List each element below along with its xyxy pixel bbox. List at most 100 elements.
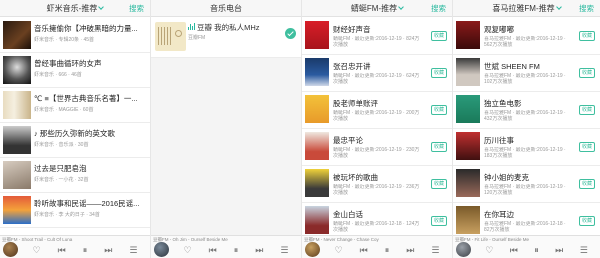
item-meta: 蜻蜓FM · 最近更新:2016-12-19 · 236万次播放: [333, 184, 420, 196]
mini-player: 豆瓣FM - Fit Life - Ourself Beside Me ♡ ⏮ …: [453, 235, 600, 258]
qingting-screen: 蜻蜓FM-推荐 搜索 财经好声音 蜻蜓FM · 最近更新:2016-12-19 …: [302, 0, 452, 258]
next-icon[interactable]: ⏭: [255, 244, 263, 256]
item-meta: 喜马拉雅FM · 最近更新:2016-12-19 · 432万次播放: [484, 110, 566, 122]
item-meta: 虾米音乐 · 专辑20条 · 45首: [34, 37, 95, 43]
favorite-button[interactable]: 收藏: [579, 68, 595, 78]
previous-icon[interactable]: ⏮: [209, 244, 217, 256]
item-meta: 喜马拉雅FM · 最近更新:2016-12-19 · 102万次播放: [484, 73, 566, 85]
cover-image: [305, 58, 329, 86]
list-item[interactable]: 音乐擁偷你【冲破黑暗的力量... 虾米音乐 · 专辑20条 · 45首: [0, 18, 150, 53]
pause-icon[interactable]: ⏸: [83, 244, 88, 256]
list-item[interactable]: 曾经事曲循环的女声 虾米音乐 · 666 · 46首: [0, 53, 150, 88]
list-item[interactable]: 被玩坏的歌曲 蜻蜓FM · 最近更新:2016-12-19 · 236万次播放 …: [302, 166, 452, 203]
album-avatar[interactable]: [3, 242, 18, 257]
chevron-down-icon: [98, 4, 105, 10]
header: 喜马拉雅FM-推荐 搜索: [453, 0, 600, 17]
next-icon[interactable]: ⏭: [104, 244, 112, 256]
cover-image: [305, 206, 329, 234]
list-item[interactable]: 钟小姐的麦克 喜马拉雅FM · 最近更新:2016-12-19 · 120万次播…: [453, 166, 600, 203]
album-avatar[interactable]: [305, 242, 320, 257]
list-item[interactable]: 金山白话 蜻蜓FM · 最近更新:2016-12-18 · 124万次播放 收藏: [302, 203, 452, 235]
favorite-button[interactable]: 收藏: [431, 31, 447, 41]
search-button[interactable]: 搜索: [579, 3, 594, 14]
playing-bars-icon: [188, 23, 196, 30]
item-meta: 蜻蜓FM · 最近更新:2016-12-19 · 624万次播放: [333, 73, 420, 85]
playlist-icon[interactable]: ☰: [280, 244, 288, 256]
favorite-button[interactable]: 收藏: [431, 142, 447, 152]
player-controls: ♡ ⏮ ⏸ ⏭ ☰: [477, 244, 596, 256]
favorite-button[interactable]: 收藏: [579, 105, 595, 115]
list-item[interactable]: ℃ ≡【世界古典音乐名著】一... 虾米音乐 · MAGGIE · 60首: [0, 88, 150, 123]
list-item[interactable]: ♪ 那些历久弥新的英文歌 虾米音乐 · 音乐派 · 30首: [0, 123, 150, 158]
item-meta: 喜马拉雅FM · 最近更新:2016-12-19 · 120万次播放: [484, 184, 566, 196]
favorite-button[interactable]: 收藏: [579, 142, 595, 152]
favorite-button[interactable]: 收藏: [579, 216, 595, 226]
pause-icon[interactable]: ⏸: [534, 244, 539, 256]
pause-icon[interactable]: ⏸: [385, 244, 390, 256]
cover-image: [305, 95, 329, 123]
album-avatar[interactable]: [456, 242, 471, 257]
item-title: 历川往事: [484, 136, 514, 145]
list-item[interactable]: 历川往事 喜马拉雅FM · 最近更新:2016-12-19 · 183万次播放 …: [453, 129, 600, 166]
heart-icon[interactable]: ♡: [485, 244, 493, 256]
xiami-screen: 虾米音乐-推荐 搜索 音乐擁偷你【冲破黑暗的力量... 虾米音乐 · 专辑20条…: [0, 0, 150, 258]
list-item[interactable]: 财经好声音 蜻蜓FM · 最近更新:2016-12-19 · 824万次播放 收…: [302, 18, 452, 55]
app-screens: 虾米音乐-推荐 搜索 音乐擁偷你【冲破黑暗的力量... 虾米音乐 · 专辑20条…: [0, 0, 600, 258]
program-list: 观复嘟嘟 喜马拉雅FM · 最近更新:2016-12-19 · 562万次播放 …: [453, 18, 600, 235]
header: 音乐电台: [151, 0, 301, 17]
previous-icon[interactable]: ⏮: [360, 244, 368, 256]
player-controls: ♡ ⏮ ⏸ ⏭ ☰: [24, 244, 146, 256]
previous-icon[interactable]: ⏮: [510, 244, 518, 256]
playlist-icon[interactable]: ☰: [580, 244, 588, 256]
station-item[interactable]: 豆瓣 我的私人MHz 豆瓣FM: [151, 18, 301, 58]
source-selector[interactable]: 喜马拉雅FM-推荐: [453, 3, 600, 14]
now-playing-text: 豆瓣FM - Never Change - Chase Coy: [304, 237, 379, 242]
page-title: 音乐电台: [210, 4, 242, 13]
favorite-button[interactable]: 收藏: [579, 179, 595, 189]
favorite-button[interactable]: 收藏: [579, 31, 595, 41]
pause-icon[interactable]: ⏸: [234, 244, 239, 256]
list-item[interactable]: 观复嘟嘟 喜马拉雅FM · 最近更新:2016-12-19 · 562万次播放 …: [453, 18, 600, 55]
list-item[interactable]: 最忠平论 蜻蜓FM · 最近更新:2016-12-19 · 230万次播放 收藏: [302, 129, 452, 166]
favorite-button[interactable]: 收藏: [431, 179, 447, 189]
next-icon[interactable]: ⏭: [555, 244, 563, 256]
list-item[interactable]: 世斌 SHEEN FM 喜马拉雅FM · 最近更新:2016-12-19 · 1…: [453, 55, 600, 92]
list-item[interactable]: 独立鱼电影 喜马拉雅FM · 最近更新:2016-12-19 · 432万次播放…: [453, 92, 600, 129]
favorite-button[interactable]: 收藏: [431, 105, 447, 115]
list-item[interactable]: 张召忠开讲 蜻蜓FM · 最近更新:2016-12-19 · 624万次播放 收…: [302, 55, 452, 92]
heart-icon[interactable]: ♡: [33, 244, 41, 256]
item-title: 世斌 SHEEN FM: [484, 62, 540, 71]
player-controls: ♡ ⏮ ⏸ ⏭ ☰: [175, 244, 297, 256]
item-title: 聆听故事和民谣——2016民谣...: [34, 199, 140, 208]
mini-player: 豆瓣FM - Shoot Trail - Cult Of Luna ♡ ⏮ ⏸ …: [0, 235, 150, 258]
list-item[interactable]: 股老师单账评 蜻蜓FM · 最近更新:2016-12-19 · 200万次播放 …: [302, 92, 452, 129]
list-item[interactable]: 在你耳边 喜马拉雅FM · 最近更新:2016-12-18 · 82万次播放 收…: [453, 203, 600, 235]
mini-player: 豆瓣FM - Never Change - Chase Coy ♡ ⏮ ⏸ ⏭ …: [302, 235, 452, 258]
list-item[interactable]: 过去是只肥皂泡 虾米音乐 · 一小花 · 32首: [0, 158, 150, 193]
previous-icon[interactable]: ⏮: [58, 244, 66, 256]
cover-image: [456, 169, 480, 197]
favorite-button[interactable]: 收藏: [431, 68, 447, 78]
header: 蜻蜓FM-推荐 搜索: [302, 0, 452, 17]
playlist-icon[interactable]: ☰: [431, 244, 439, 256]
item-title: 财经好声音: [333, 25, 371, 34]
heart-icon[interactable]: ♡: [335, 244, 343, 256]
list-item[interactable]: 聆听故事和民谣——2016民谣... 虾米音乐 · 李 大的日子 · 34首: [0, 193, 150, 228]
search-button[interactable]: 搜索: [129, 3, 144, 14]
now-playing-text: 豆瓣FM - Fit Life - Ourself Beside Me: [455, 237, 530, 242]
item-title: 金山白话: [333, 210, 363, 219]
heart-icon[interactable]: ♡: [184, 244, 192, 256]
ximalaya-screen: 喜马拉雅FM-推荐 搜索 观复嘟嘟 喜马拉雅FM · 最近更新:2016-12-…: [453, 0, 600, 258]
album-avatar[interactable]: [154, 242, 169, 257]
source-selector[interactable]: 虾米音乐-推荐: [0, 3, 150, 14]
item-title: 过去是只肥皂泡: [34, 164, 87, 173]
favorite-button[interactable]: 收藏: [431, 216, 447, 226]
cover-image: [3, 196, 31, 224]
playlist-icon[interactable]: ☰: [129, 244, 137, 256]
search-button[interactable]: 搜索: [431, 3, 446, 14]
next-icon[interactable]: ⏭: [406, 244, 414, 256]
cover-image: [305, 132, 329, 160]
item-title: 观复嘟嘟: [484, 25, 514, 34]
item-meta: 蜻蜓FM · 最近更新:2016-12-18 · 124万次播放: [333, 221, 420, 233]
source-selector[interactable]: 蜻蜓FM-推荐: [302, 3, 452, 14]
